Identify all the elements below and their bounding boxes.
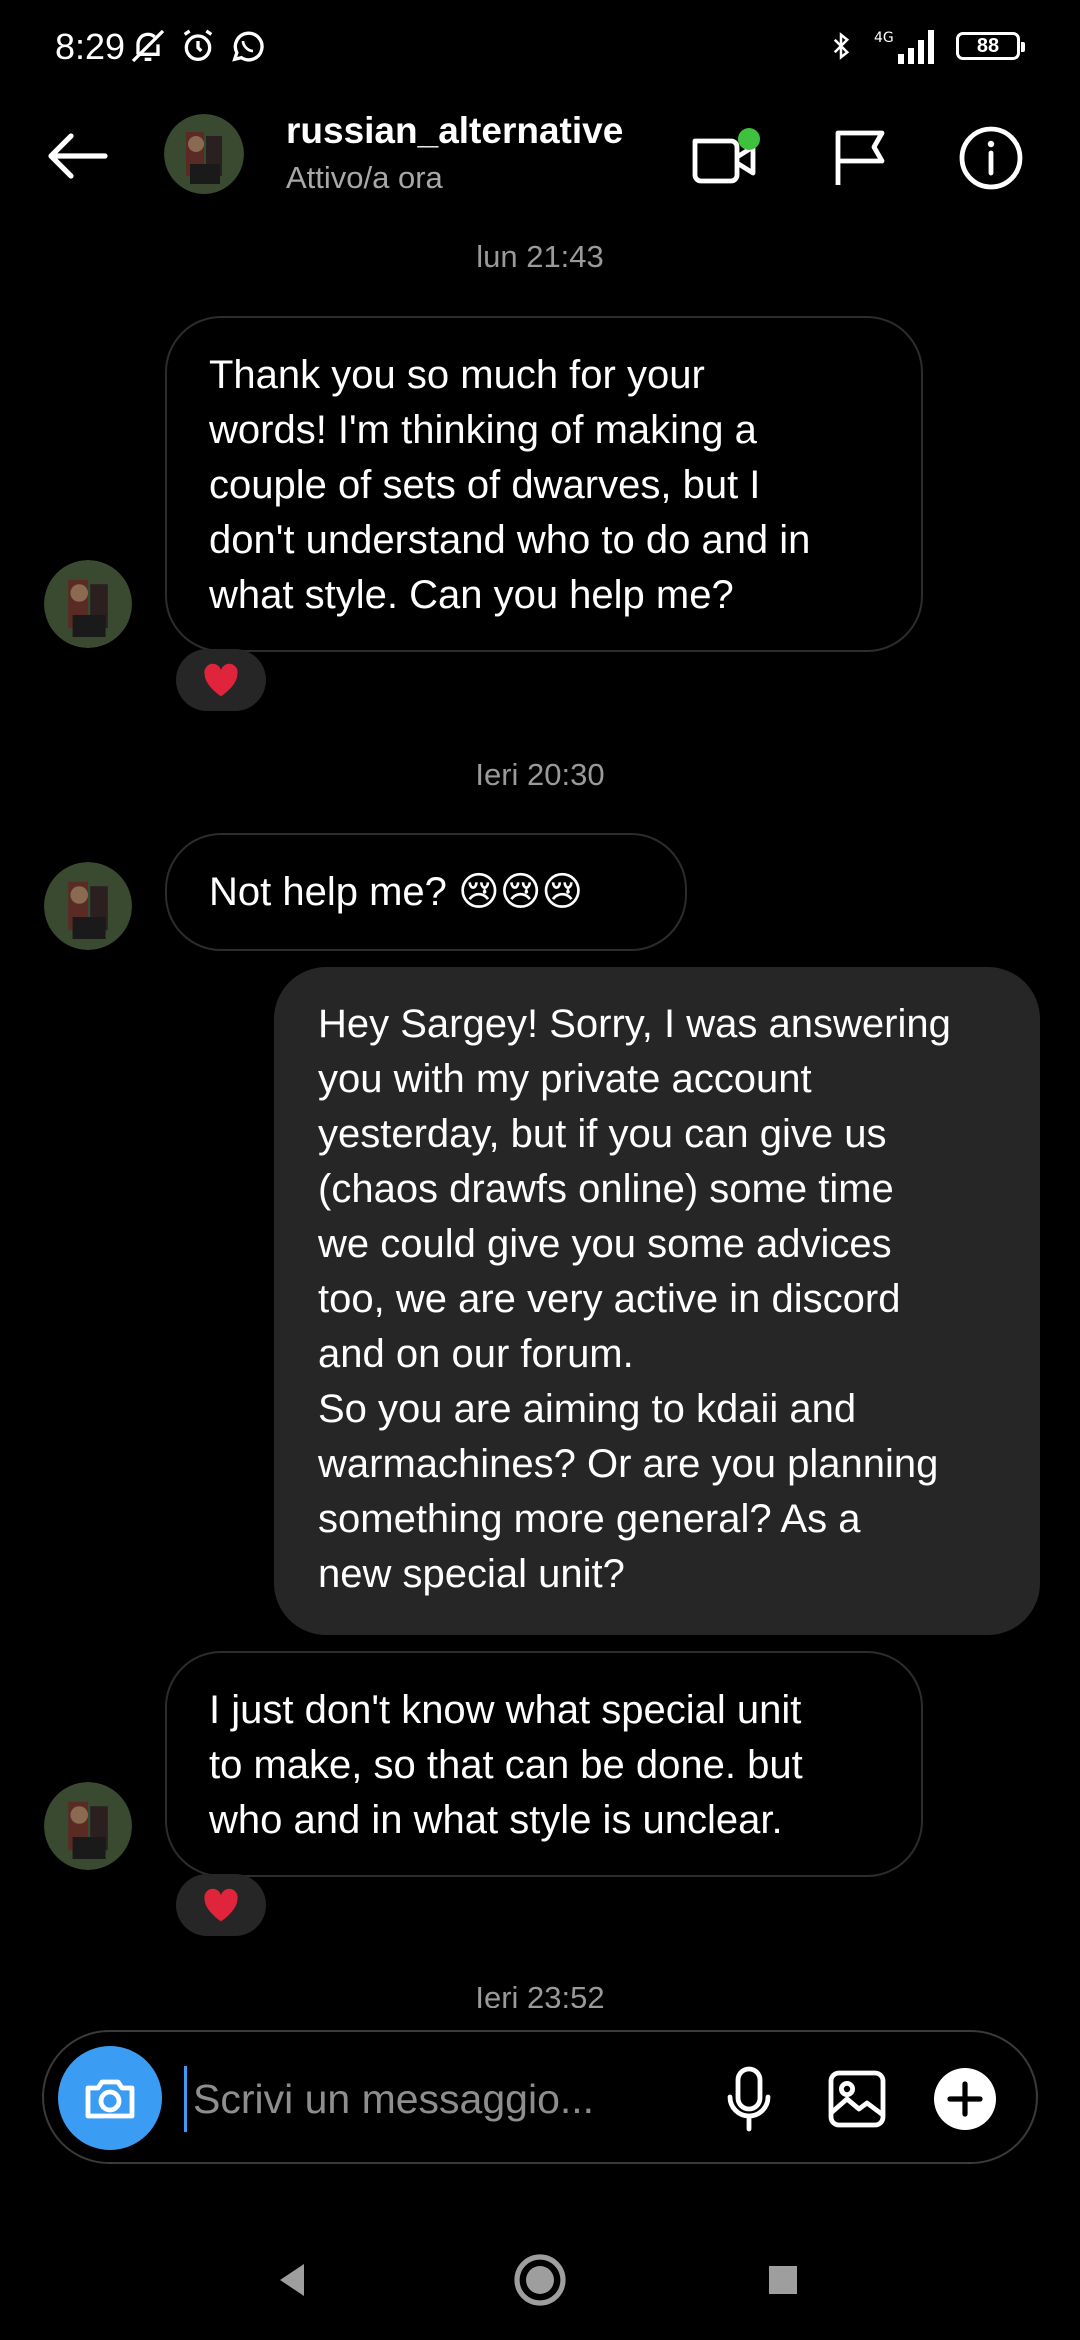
message-text-line: Hey Sargey! Sorry, I was answering — [318, 1002, 951, 1046]
triangle-back-icon — [280, 2264, 304, 2296]
camera-button[interactable] — [58, 2046, 162, 2150]
message-text-line: I just don't know what special unit — [209, 1688, 802, 1732]
status-bar: 8:29 4G 88 — [0, 0, 1080, 96]
circle-home-icon — [514, 2254, 566, 2306]
message-text-line: who and in what style is unclear. — [209, 1798, 783, 1842]
message-text-line: (chaos drawfs online) some time — [318, 1167, 894, 1211]
message-input[interactable] — [184, 2066, 695, 2132]
timestamp: Ieri 23:52 — [475, 1980, 605, 2008]
nav-back-button[interactable] — [252, 2240, 332, 2320]
sender-avatar[interactable] — [44, 862, 132, 950]
network-type: 4G — [874, 30, 894, 46]
voice-message-button[interactable] — [706, 2056, 792, 2142]
reaction-badge[interactable] — [176, 649, 266, 711]
notifications-off-icon — [131, 29, 165, 63]
message-text-line: don't understand who to do and in — [209, 518, 811, 562]
timestamp: lun 21:43 — [476, 239, 604, 274]
bluetooth-icon — [833, 32, 850, 60]
more-options-button[interactable] — [922, 2056, 1008, 2142]
image-icon — [828, 2070, 886, 2128]
nav-home-button[interactable] — [500, 2240, 580, 2320]
message-text-line: you with my private account — [318, 1057, 812, 1101]
message-text-line: words! I'm thinking of making a — [209, 408, 757, 452]
nav-recents-button[interactable] — [743, 2240, 823, 2320]
square-recents-icon — [769, 2266, 797, 2294]
message-text-line: yesterday, but if you can give us — [318, 1112, 887, 1156]
heart-icon — [204, 663, 238, 697]
plus-circle-icon — [934, 2068, 996, 2130]
sender-avatar[interactable] — [44, 560, 132, 648]
message-incoming[interactable]: I just don't know what special unit to m… — [165, 1651, 923, 1877]
back-button[interactable] — [40, 124, 114, 188]
message-text-line: couple of sets of dwarves, but I — [209, 463, 761, 507]
info-icon — [959, 126, 1023, 190]
camera-icon — [85, 2079, 135, 2119]
timestamp: Ieri 20:30 — [475, 757, 605, 792]
message-text: Not help me? 😢😢😢 — [209, 870, 584, 914]
system-navigation-bar — [0, 2220, 1080, 2340]
message-text-line: Thank you so much for your — [209, 353, 705, 397]
message-text-line: new special unit? — [318, 1552, 625, 1596]
signal-icon: 4G — [874, 30, 934, 64]
message-text-line: something more general? As a — [318, 1497, 861, 1541]
chat-username[interactable]: russian_alternative — [286, 110, 623, 152]
active-status: Attivo/a ora — [286, 160, 443, 195]
message-incoming[interactable]: Not help me? 😢😢😢 — [165, 833, 687, 951]
message-text-line: too, we are very active in discord — [318, 1277, 901, 1321]
sender-avatar[interactable] — [44, 1782, 132, 1870]
message-text-line: to make, so that can be done. but — [209, 1743, 803, 1787]
profile-avatar[interactable] — [164, 114, 244, 194]
alarm-icon — [183, 29, 213, 62]
message-incoming[interactable]: Thank you so much for your words! I'm th… — [165, 316, 923, 652]
gallery-button[interactable] — [814, 2056, 900, 2142]
message-outgoing[interactable]: Hey Sargey! Sorry, I was answering you w… — [274, 967, 1040, 1635]
video-call-icon — [692, 128, 760, 184]
dm-screen: 8:29 4G 88 russian_alternative Attivo/a … — [0, 0, 1080, 2340]
info-button[interactable] — [951, 118, 1031, 198]
message-text-line: So you are aiming to kdaii and — [318, 1387, 857, 1431]
message-text-line: we could give you some advices — [318, 1222, 892, 1266]
battery-icon: 88 — [956, 32, 1025, 60]
reaction-badge[interactable] — [176, 1874, 266, 1936]
status-time: 8:29 — [55, 26, 126, 67]
message-composer — [42, 2030, 1038, 2164]
arrow-left-icon — [48, 133, 108, 179]
message-text-line: and on our forum. — [318, 1332, 634, 1376]
message-text-line: what style. Can you help me? — [209, 573, 734, 617]
flag-icon — [835, 130, 885, 185]
heart-icon — [204, 1888, 238, 1922]
whatsapp-icon — [232, 31, 264, 62]
message-text-line: warmachines? Or are you planning — [318, 1442, 939, 1486]
chat-header: russian_alternative Attivo/a ora — [0, 100, 1080, 210]
report-button[interactable] — [820, 118, 900, 198]
video-call-button[interactable] — [686, 118, 766, 198]
microphone-icon — [727, 2066, 771, 2132]
battery-level: 88 — [976, 34, 1000, 57]
